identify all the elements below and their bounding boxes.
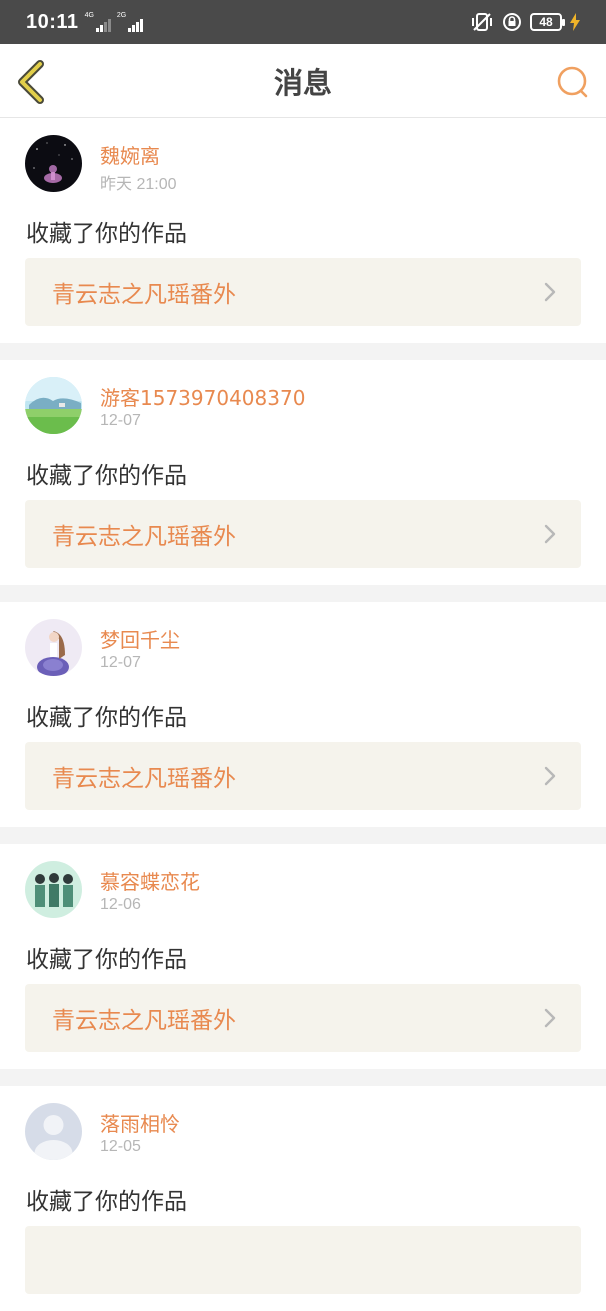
list-item: 游客1573970408370 12-07 收藏了你的作品 青云志之凡瑶番外 bbox=[0, 360, 606, 585]
message-date: 12-06 bbox=[100, 896, 141, 913]
battery-indicator: 48 bbox=[530, 13, 565, 31]
divider bbox=[0, 1069, 606, 1086]
avatar-image bbox=[25, 377, 82, 434]
username[interactable]: 落雨相怜 bbox=[100, 1108, 180, 1137]
status-bar-right: 48 bbox=[470, 12, 580, 32]
list-item: 落雨相怜 12-05 收藏了你的作品 bbox=[0, 1086, 606, 1311]
message-action: 收藏了你的作品 bbox=[26, 947, 187, 973]
chevron-right-icon bbox=[544, 524, 556, 544]
signal-2g-icon: 2G bbox=[116, 12, 144, 32]
list-item: 梦回千尘 12-07 收藏了你的作品 青云志之凡瑶番外 bbox=[0, 602, 606, 827]
message-action: 收藏了你的作品 bbox=[26, 221, 187, 247]
username[interactable]: 梦回千尘 bbox=[100, 624, 180, 653]
avatar[interactable] bbox=[25, 619, 82, 676]
work-title: 青云志之凡瑶番外 bbox=[52, 282, 236, 308]
network-type-4g: 4G bbox=[84, 12, 94, 19]
avatar-image bbox=[25, 135, 82, 192]
avatar[interactable] bbox=[25, 377, 82, 434]
avatar-image bbox=[25, 861, 82, 918]
signal-4g-icon: 4G bbox=[85, 12, 111, 32]
rotation-lock-icon bbox=[503, 13, 521, 31]
search-button[interactable] bbox=[554, 63, 592, 101]
status-bar-left: 10:11 4G 2G bbox=[26, 10, 144, 34]
charging-bolt-icon bbox=[570, 13, 580, 31]
avatar[interactable] bbox=[25, 861, 82, 918]
avatar[interactable] bbox=[25, 135, 82, 192]
vibrate-off-icon bbox=[472, 13, 492, 31]
chevron-right-icon bbox=[544, 1008, 556, 1028]
status-bar: 10:11 4G 2G 48 bbox=[0, 0, 606, 44]
divider bbox=[0, 585, 606, 602]
page-title: 消息 bbox=[273, 66, 332, 100]
chevron-right-icon bbox=[544, 282, 556, 302]
nav-bar: 消息 bbox=[0, 44, 606, 118]
network-type-2g: 2G bbox=[116, 12, 127, 19]
avatar[interactable] bbox=[25, 1103, 82, 1160]
message-action: 收藏了你的作品 bbox=[26, 705, 187, 731]
work-link[interactable]: 青云志之凡瑶番外 bbox=[25, 742, 581, 810]
list-item: 慕容蝶恋花 12-06 收藏了你的作品 青云志之凡瑶番外 bbox=[0, 844, 606, 1069]
status-time: 10:11 bbox=[26, 10, 79, 33]
work-link[interactable]: 青云志之凡瑶番外 bbox=[25, 984, 581, 1052]
work-link[interactable] bbox=[25, 1226, 581, 1294]
message-date: 昨天 21:00 bbox=[100, 176, 177, 193]
username[interactable]: 魏婉离 bbox=[100, 140, 160, 169]
divider bbox=[0, 827, 606, 844]
default-avatar-icon bbox=[25, 1103, 82, 1160]
work-link[interactable]: 青云志之凡瑶番外 bbox=[25, 500, 581, 568]
username[interactable]: 游客1573970408370 bbox=[100, 382, 305, 411]
work-title: 青云志之凡瑶番外 bbox=[52, 1008, 236, 1034]
message-action: 收藏了你的作品 bbox=[26, 463, 187, 489]
divider bbox=[0, 343, 606, 360]
search-icon bbox=[557, 66, 588, 98]
username[interactable]: 慕容蝶恋花 bbox=[100, 866, 200, 895]
message-date: 12-07 bbox=[100, 654, 141, 671]
work-title: 青云志之凡瑶番外 bbox=[52, 524, 236, 550]
list-item: 魏婉离 昨天 21:00 收藏了你的作品 青云志之凡瑶番外 bbox=[0, 118, 606, 343]
work-link[interactable]: 青云志之凡瑶番外 bbox=[25, 258, 581, 326]
chevron-right-icon bbox=[544, 766, 556, 786]
message-date: 12-05 bbox=[100, 1138, 141, 1155]
message-list: 魏婉离 昨天 21:00 收藏了你的作品 青云志之凡瑶番外 游客15739704… bbox=[0, 118, 606, 1311]
work-title: 青云志之凡瑶番外 bbox=[52, 766, 236, 792]
avatar-image bbox=[25, 619, 82, 676]
message-date: 12-07 bbox=[100, 412, 141, 429]
message-action: 收藏了你的作品 bbox=[26, 1189, 187, 1215]
